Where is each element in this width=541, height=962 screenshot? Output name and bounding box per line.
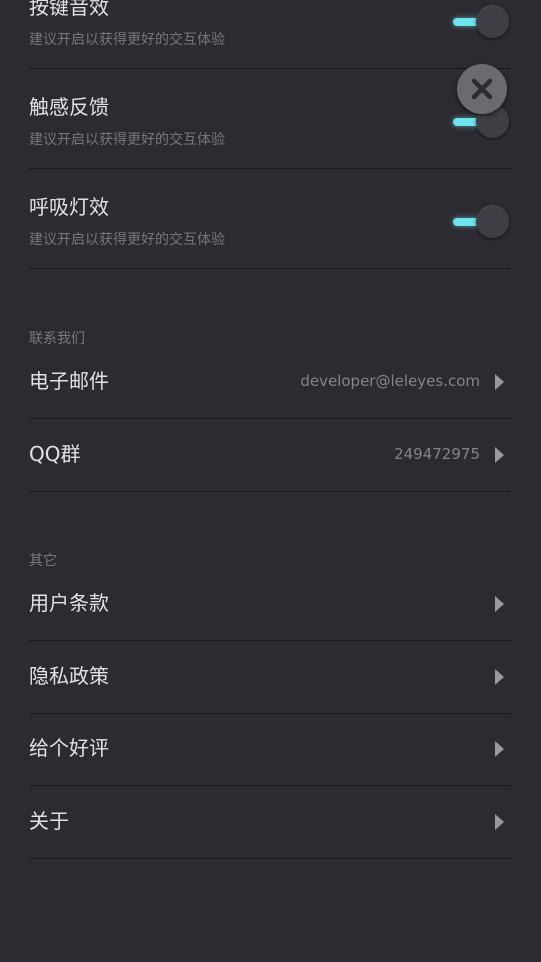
setting-breathing-light: 呼吸灯效 建议开启以获得更好的交互体验 [29, 169, 511, 269]
toggle-knob [476, 205, 509, 238]
breathing-light-toggle[interactable] [453, 204, 509, 240]
setting-breathing-light-subtitle: 建议开启以获得更好的交互体验 [29, 232, 225, 248]
contact-qq-label: QQ群 [29, 442, 81, 466]
other-item-terms[interactable]: 用户条款 [29, 568, 511, 641]
key-sound-toggle[interactable] [453, 4, 509, 40]
contact-qq-value: 249472975 [394, 445, 480, 463]
other-item-label: 给个好评 [29, 736, 109, 760]
other-item-label: 隐私政策 [29, 664, 109, 688]
other-item-rate[interactable]: 给个好评 [29, 713, 511, 786]
section-header-other: 其它 [29, 553, 57, 569]
settings-page: 按键音效 建议开启以获得更好的交互体验 触感反馈 建议开启以获得更好的交互体验 … [0, 0, 541, 962]
chevron-right-icon [495, 669, 504, 685]
chevron-right-icon [495, 447, 504, 463]
setting-breathing-light-title: 呼吸灯效 [29, 195, 109, 219]
chevron-right-icon [495, 596, 504, 612]
toggle-knob [476, 5, 509, 38]
other-item-label: 用户条款 [29, 591, 109, 615]
setting-key-sound: 按键音效 建议开启以获得更好的交互体验 [29, 0, 511, 69]
other-item-label: 关于 [29, 809, 69, 833]
section-header-contact: 联系我们 [29, 331, 85, 347]
setting-haptic-title: 触感反馈 [29, 95, 109, 119]
setting-key-sound-title: 按键音效 [29, 0, 109, 19]
chevron-right-icon [495, 374, 504, 390]
chevron-right-icon [495, 741, 504, 757]
contact-email-label: 电子邮件 [29, 369, 109, 393]
other-item-about[interactable]: 关于 [29, 786, 511, 859]
contact-qq-row[interactable]: QQ群 249472975 [29, 419, 511, 492]
setting-haptic: 触感反馈 建议开启以获得更好的交互体验 [29, 69, 511, 169]
setting-key-sound-subtitle: 建议开启以获得更好的交互体验 [29, 32, 225, 48]
contact-email-row[interactable]: 电子邮件 developer@leleyes.com [29, 346, 511, 419]
contact-email-value: developer@leleyes.com [300, 372, 480, 390]
other-item-privacy[interactable]: 隐私政策 [29, 641, 511, 714]
chevron-right-icon [495, 814, 504, 830]
close-button[interactable] [457, 64, 507, 114]
setting-haptic-subtitle: 建议开启以获得更好的交互体验 [29, 132, 225, 148]
close-icon [471, 78, 493, 100]
